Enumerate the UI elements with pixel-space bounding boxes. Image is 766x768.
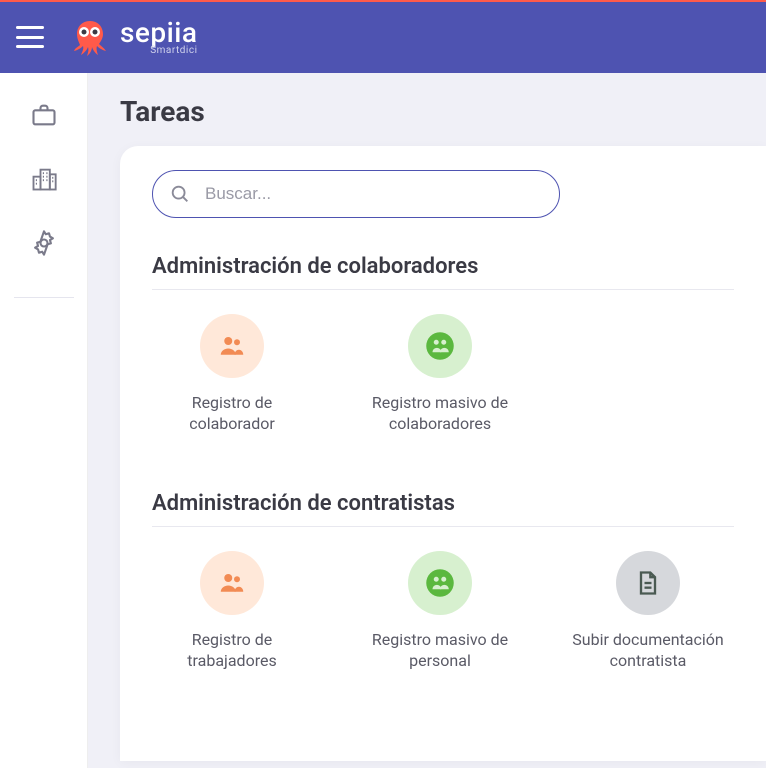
tile-registro-masivo-personal[interactable]: Registro masivo de personal (360, 551, 520, 672)
sidebar-item-settings[interactable] (30, 229, 58, 257)
tile-label: Registro masivo de personal (360, 629, 520, 672)
tile-label: Registro de colaborador (152, 392, 312, 435)
sidebar-item-buildings[interactable] (30, 165, 58, 193)
section-title-colaboradores: Administración de colaboradores (152, 254, 734, 290)
briefcase-icon (30, 101, 58, 129)
tile-label: Registro de trabajadores (152, 629, 312, 672)
page-title: Tareas (120, 73, 766, 146)
top-bar: sepiia Smartdici (0, 0, 766, 73)
search-field[interactable] (152, 170, 560, 218)
brand-logo[interactable]: sepiia Smartdici (68, 15, 198, 59)
document-icon (616, 551, 680, 615)
sidebar-divider (14, 297, 74, 298)
gear-icon (30, 229, 58, 257)
people-icon (200, 551, 264, 615)
tile-registro-masivo-colaboradores[interactable]: Registro masivo de colaboradores (360, 314, 520, 435)
tile-registro-trabajadores[interactable]: Registro de trabajadores (152, 551, 312, 672)
tile-label: Registro masivo de colaboradores (360, 392, 520, 435)
content-card: Administración de colaboradores Registro… (120, 146, 766, 761)
tile-registro-colaborador[interactable]: Registro de colaborador (152, 314, 312, 435)
squid-logo-icon (68, 15, 112, 59)
menu-toggle-button[interactable] (16, 26, 44, 48)
sidebar (0, 73, 88, 768)
buildings-icon (30, 165, 58, 193)
search-input[interactable] (205, 184, 543, 204)
tile-subir-documentacion[interactable]: Subir documentación contratista (568, 551, 728, 672)
tile-label: Subir documentación contratista (568, 629, 728, 672)
brand-name: sepiia (120, 19, 198, 47)
section-title-contratistas: Administración de contratistas (152, 491, 734, 527)
group-circle-icon (408, 551, 472, 615)
group-circle-icon (408, 314, 472, 378)
sidebar-item-briefcase[interactable] (30, 101, 58, 129)
people-icon (200, 314, 264, 378)
search-icon (169, 183, 191, 205)
